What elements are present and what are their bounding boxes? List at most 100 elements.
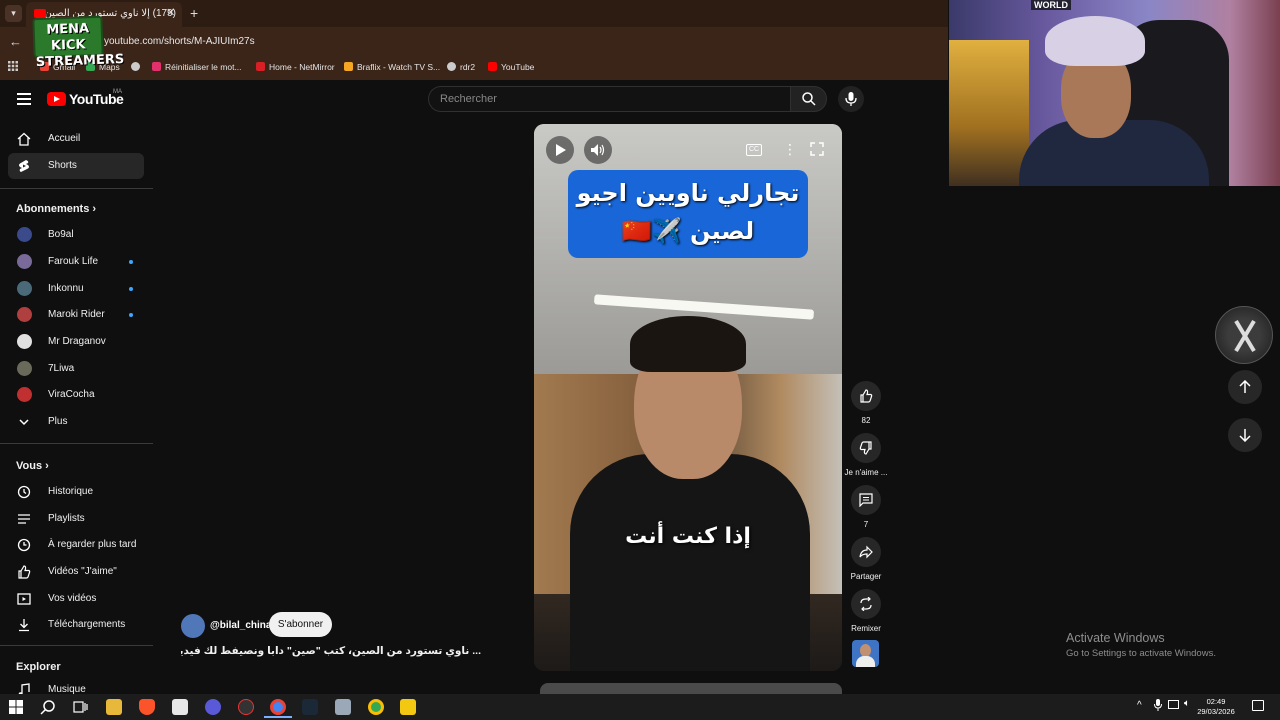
comments-button[interactable] xyxy=(851,485,881,515)
remix-button[interactable] xyxy=(851,589,881,619)
previous-short-button[interactable] xyxy=(1228,370,1262,404)
steam-icon[interactable] xyxy=(302,699,318,715)
comment-count: 7 xyxy=(863,520,869,529)
search-input[interactable]: Rechercher xyxy=(428,86,790,112)
chevron-down-icon xyxy=(19,419,29,426)
video-caption: إذا كنت أنت xyxy=(625,524,751,549)
mena-kick-streamers-logo: MENA KICK STREAMERS xyxy=(32,15,124,70)
explore-heading: Explorer xyxy=(16,661,61,673)
url-field[interactable]: youtube.com/shorts/M-AJIUIm27s xyxy=(104,36,255,47)
search-button[interactable] xyxy=(790,86,827,112)
author-name[interactable]: @bilal_china xyxy=(210,620,271,631)
bookmark-netmirror[interactable]: Home - NetMirror xyxy=(256,62,335,72)
subscriptions-heading[interactable]: Abonnements › xyxy=(16,203,96,215)
dislike-label: Je n'aime ... xyxy=(844,468,888,477)
like-count: 82 xyxy=(861,416,871,425)
sidebar-item-subscription[interactable]: Farouk Life xyxy=(8,249,144,275)
like-button[interactable] xyxy=(851,381,881,411)
you-heading[interactable]: Vous › xyxy=(16,460,49,472)
bookmarks-bar: Gmail Maps Réinitialiser le mot... Home … xyxy=(0,56,948,78)
bookmark-instagram[interactable]: Réinitialiser le mot... xyxy=(152,62,242,72)
bookmark-braflix[interactable]: Braflix - Watch TV S... xyxy=(344,62,440,72)
chevron-right-icon: › xyxy=(92,203,97,215)
new-tab-icon[interactable]: + xyxy=(190,5,198,21)
like-icon xyxy=(18,565,31,579)
your-videos-icon xyxy=(17,593,31,605)
captions-icon[interactable]: CC xyxy=(746,144,762,156)
sidebar-item-downloads[interactable]: Téléchargements xyxy=(8,612,144,638)
brave-browser-icon[interactable] xyxy=(139,699,155,715)
network-icon[interactable] xyxy=(1168,700,1179,709)
sidebar-item-shorts[interactable]: Shorts xyxy=(8,153,144,179)
windows-start-icon[interactable] xyxy=(8,699,24,715)
channel-avatar xyxy=(17,227,32,242)
recording-app-icon[interactable] xyxy=(238,699,254,715)
bookmark-rdr2[interactable]: rdr2 xyxy=(447,62,475,72)
speaker-icon[interactable]: 🔈︎ xyxy=(1184,698,1190,709)
tab-search-button[interactable]: ▾ xyxy=(5,5,22,22)
fullscreen-icon[interactable] xyxy=(810,142,824,156)
short-description[interactable]: ... ناوي تستورد من الصين، كتب "صين" دابا… xyxy=(181,645,481,657)
calendar-app-icon[interactable] xyxy=(172,699,188,715)
sidebar-item-subscription[interactable]: Inkonnu xyxy=(8,276,144,302)
country-code: MA xyxy=(113,89,122,95)
short-video-player[interactable]: تجارلي ناويين اجيو لصين ✈️🇨🇳 إذا كنت أنت… xyxy=(534,124,842,671)
next-short-button[interactable] xyxy=(1228,418,1262,452)
channel-thumbnail[interactable] xyxy=(852,640,879,667)
braflix-icon xyxy=(344,62,353,71)
back-arrow-icon[interactable]: ← xyxy=(9,34,22,49)
browser-chrome: ▾ (179) إلا ناوي تستورد من الصين... ✕ + … xyxy=(0,0,948,80)
search-icon[interactable] xyxy=(40,699,56,715)
arrow-up-icon xyxy=(1239,380,1251,393)
comment-icon xyxy=(859,493,873,507)
sidebar-item-home[interactable]: Accueil xyxy=(8,126,144,152)
voice-search-button[interactable] xyxy=(838,86,864,112)
clock[interactable]: 02:49 29/03/2026 xyxy=(1194,697,1238,717)
volume-button[interactable] xyxy=(584,136,612,164)
music-icon xyxy=(18,683,30,694)
sidebar-item-liked-videos[interactable]: Vidéos "J'aime" xyxy=(8,559,144,585)
sidebar-item-music[interactable]: Musique xyxy=(8,677,144,694)
notepad-icon[interactable] xyxy=(335,699,351,715)
sidebar-item-subscription[interactable]: ViraCocha xyxy=(8,382,144,408)
sidebar-item-more[interactable]: Plus xyxy=(8,409,144,435)
author-avatar[interactable] xyxy=(181,614,205,638)
sidebar-divider xyxy=(0,645,153,646)
sidebar-item-subscription[interactable]: Mr Draganov xyxy=(8,329,144,355)
clock-time: 02:49 xyxy=(1206,697,1226,706)
discord-like-app-icon[interactable] xyxy=(205,699,221,715)
sidebar-item-watch-later[interactable]: À regarder plus tard xyxy=(8,532,144,558)
more-options-icon[interactable]: ⋮ xyxy=(783,142,797,156)
file-explorer-icon[interactable] xyxy=(106,699,122,715)
play-icon xyxy=(556,144,566,156)
chrome-profile-icon[interactable] xyxy=(368,699,384,715)
channel-avatar xyxy=(17,387,32,402)
sidebar-item-playlists[interactable]: Playlists xyxy=(8,506,144,532)
youtube-play-icon xyxy=(47,92,66,106)
microphone-icon[interactable] xyxy=(1154,699,1162,711)
task-view-icon[interactable] xyxy=(72,699,88,715)
sidebar-item-subscription[interactable]: Maroki Rider xyxy=(8,302,144,328)
chrome-icon[interactable] xyxy=(270,699,286,715)
tab-close-icon[interactable]: ✕ xyxy=(166,6,175,19)
share-label: Partager xyxy=(850,572,882,581)
sidebar-item-subscription[interactable]: Bo9al xyxy=(8,222,144,248)
bookmark-link[interactable] xyxy=(131,62,144,72)
play-button[interactable] xyxy=(546,136,574,164)
dislike-button[interactable] xyxy=(851,433,881,463)
share-button[interactable] xyxy=(851,537,881,567)
home-icon xyxy=(17,132,31,146)
hamburger-menu-icon[interactable] xyxy=(17,93,31,105)
subscribe-button[interactable]: S'abonner xyxy=(269,612,332,637)
sidebar-item-history[interactable]: Historique xyxy=(8,479,144,505)
rockstar-launcher-icon[interactable] xyxy=(400,699,416,715)
sidebar-item-your-videos[interactable]: Vos vidéos xyxy=(8,586,144,612)
apps-grid-icon[interactable] xyxy=(8,61,18,71)
windows-taskbar: ^ 🔈︎ 02:49 29/03/2026 xyxy=(0,694,1280,720)
chevron-up-icon[interactable]: ^ xyxy=(1137,700,1142,711)
bookmark-youtube[interactable]: YouTube xyxy=(488,62,534,72)
notifications-icon[interactable] xyxy=(1252,700,1264,711)
address-bar: ← youtube.com/shorts/M-AJIUIm27s xyxy=(0,28,948,55)
sidebar-item-subscription[interactable]: 7Liwa xyxy=(8,356,144,382)
channel-avatar xyxy=(17,307,32,322)
